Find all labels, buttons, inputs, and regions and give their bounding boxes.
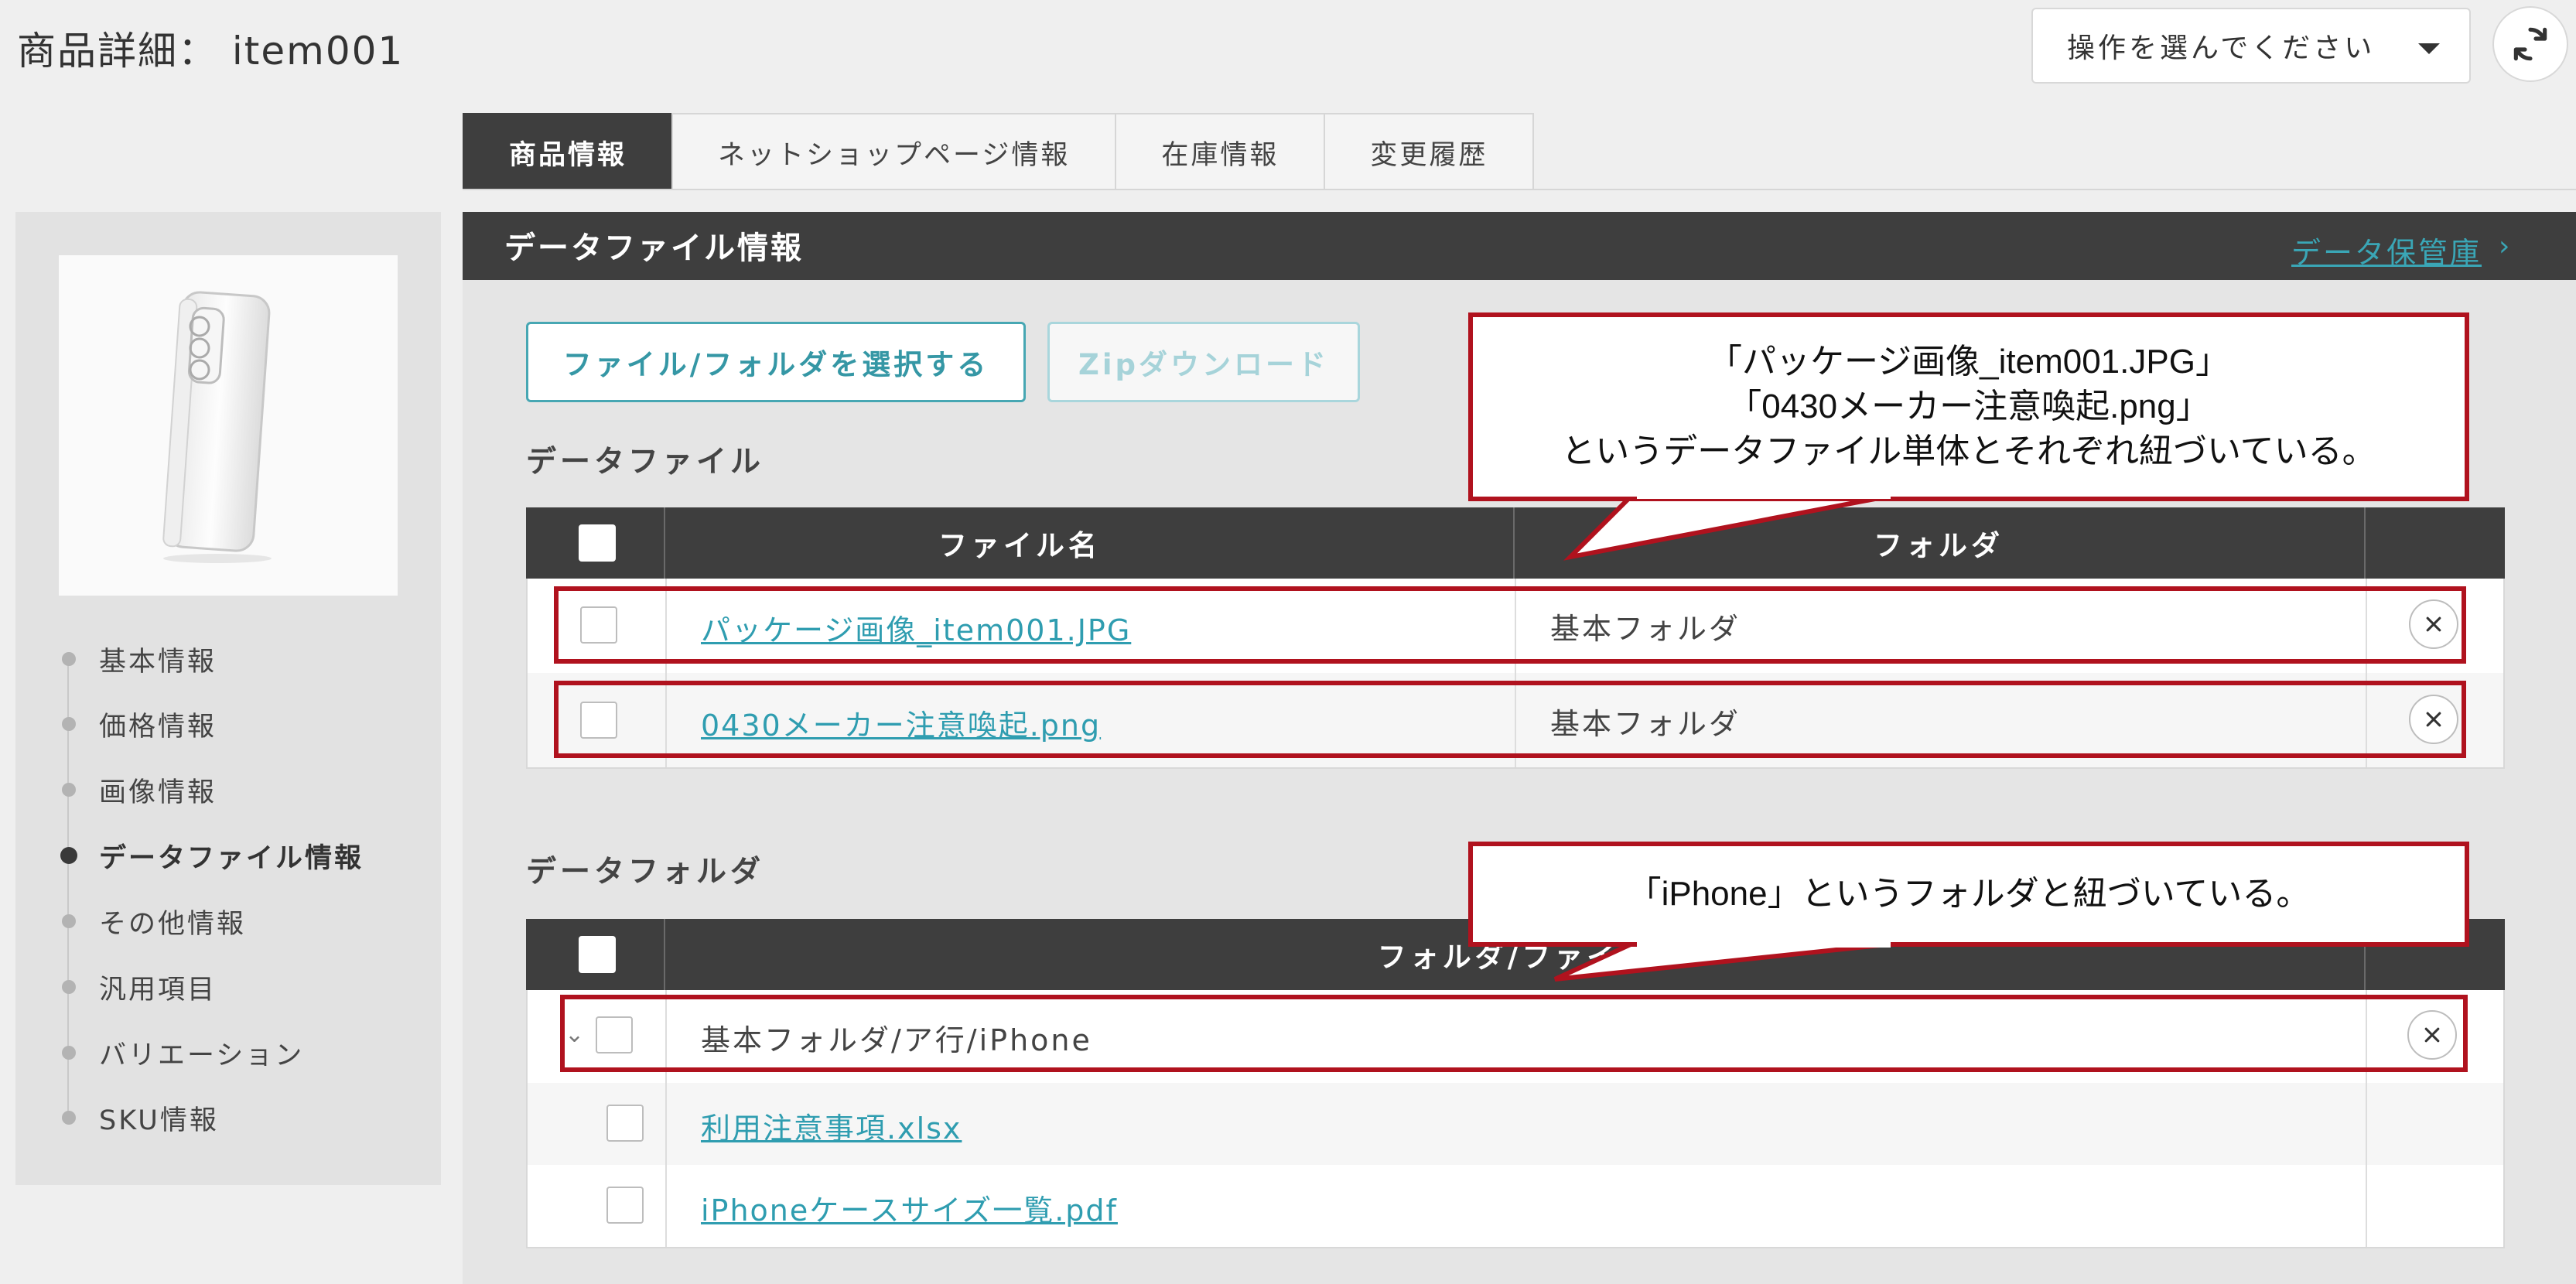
data-folders-title: データフォルダ bbox=[526, 855, 765, 890]
sidebar-item-other-info[interactable]: その他情報 bbox=[62, 900, 246, 943]
bullet-icon bbox=[62, 652, 76, 666]
highlight-box bbox=[554, 586, 2466, 664]
table-row: 利用注意事項.xlsx bbox=[526, 1083, 2505, 1165]
column-divider bbox=[665, 1083, 667, 1165]
column-divider bbox=[2366, 1083, 2367, 1165]
product-thumbnail bbox=[59, 255, 398, 596]
section-title: データファイル情報 bbox=[504, 231, 804, 266]
highlight-box bbox=[554, 681, 2466, 758]
sidebar-item-general-fields[interactable]: 汎用項目 bbox=[62, 965, 217, 1009]
tab-stock-info[interactable]: 在庫情報 bbox=[1115, 113, 1326, 190]
callout-line: 「0430メーカー注意喚起.png」 bbox=[1727, 388, 2210, 425]
tab-change-history[interactable]: 変更履歴 bbox=[1324, 113, 1535, 190]
files-table-header: ファイル名 フォルダ bbox=[526, 507, 2505, 579]
row-checkbox[interactable] bbox=[606, 1187, 644, 1224]
select-all-files-checkbox[interactable] bbox=[579, 524, 616, 562]
tab-product-info[interactable]: 商品情報 bbox=[463, 113, 674, 190]
bullet-active-icon bbox=[60, 847, 77, 864]
chevron-right-icon: › bbox=[2499, 231, 2510, 262]
page-title: 商品詳細： item001 bbox=[17, 29, 405, 73]
tab-divider bbox=[463, 189, 2576, 190]
row-checkbox[interactable] bbox=[606, 1105, 644, 1142]
table-row: iPhoneケースサイズ一覧.pdf bbox=[526, 1165, 2505, 1248]
callout-files: 「パッケージ画像_item001.JPG」 「0430メーカー注意喚起.png」… bbox=[1468, 312, 2469, 501]
sidebar-item-variation[interactable]: バリエーション bbox=[62, 1031, 304, 1074]
tab-netshop-page-info[interactable]: ネットショップページ情報 bbox=[671, 113, 1117, 190]
bullet-icon bbox=[62, 914, 76, 928]
callout-line: 「パッケージ画像_item001.JPG」 bbox=[1708, 343, 2229, 381]
bullet-icon bbox=[62, 980, 76, 994]
file-link[interactable]: iPhoneケースサイズ一覧.pdf bbox=[701, 1187, 1118, 1229]
sidebar-item-price-info[interactable]: 価格情報 bbox=[62, 702, 217, 746]
callout-join bbox=[1637, 941, 1891, 948]
callout-line: 「iPhone」というフォルダと紐づいている。 bbox=[1627, 875, 2311, 913]
bullet-icon bbox=[62, 783, 76, 797]
refresh-icon bbox=[2513, 27, 2547, 61]
action-select-label: 操作を選んでください bbox=[2067, 32, 2376, 64]
column-divider bbox=[665, 1165, 667, 1247]
sidebar-item-image-info[interactable]: 画像情報 bbox=[62, 768, 217, 811]
column-divider bbox=[2366, 1165, 2367, 1247]
sidebar-item-data-file-info[interactable]: データファイル情報 bbox=[60, 834, 364, 877]
select-all-folders-checkbox[interactable] bbox=[579, 936, 616, 973]
select-file-folder-button[interactable]: ファイル/フォルダを選択する bbox=[526, 322, 1026, 402]
column-header-file-name: ファイル名 bbox=[938, 529, 1101, 562]
phone-case-image bbox=[162, 291, 272, 563]
caret-down-icon bbox=[2418, 43, 2440, 54]
refresh-button[interactable] bbox=[2492, 6, 2568, 82]
header-divider bbox=[2364, 507, 2366, 579]
sidebar-item-basic-info[interactable]: 基本情報 bbox=[62, 637, 217, 681]
callout-folders: 「iPhone」というフォルダと紐づいている。 bbox=[1468, 842, 2469, 947]
highlight-box bbox=[560, 995, 2468, 1072]
data-vault-link[interactable]: データ保管庫 bbox=[2291, 229, 2482, 271]
bullet-icon bbox=[62, 1046, 76, 1060]
data-files-title: データファイル bbox=[526, 445, 765, 480]
bullet-icon bbox=[62, 1111, 76, 1125]
bullet-icon bbox=[62, 717, 76, 731]
tab-bar: 商品情報 ネットショップページ情報 在庫情報 変更履歴 bbox=[463, 113, 1535, 190]
callout-join bbox=[1637, 493, 1891, 499]
sidebar-item-sku-info[interactable]: SKU情報 bbox=[62, 1096, 219, 1139]
action-select[interactable]: 操作を選んでください bbox=[2031, 8, 2471, 84]
column-header-folder: フォルダ bbox=[1874, 529, 2004, 562]
zip-download-button[interactable]: Zipダウンロード bbox=[1047, 322, 1360, 402]
file-link[interactable]: 利用注意事項.xlsx bbox=[701, 1105, 962, 1147]
callout-line: というデータファイル単体とそれぞれ紐づいている。 bbox=[1561, 432, 2376, 470]
